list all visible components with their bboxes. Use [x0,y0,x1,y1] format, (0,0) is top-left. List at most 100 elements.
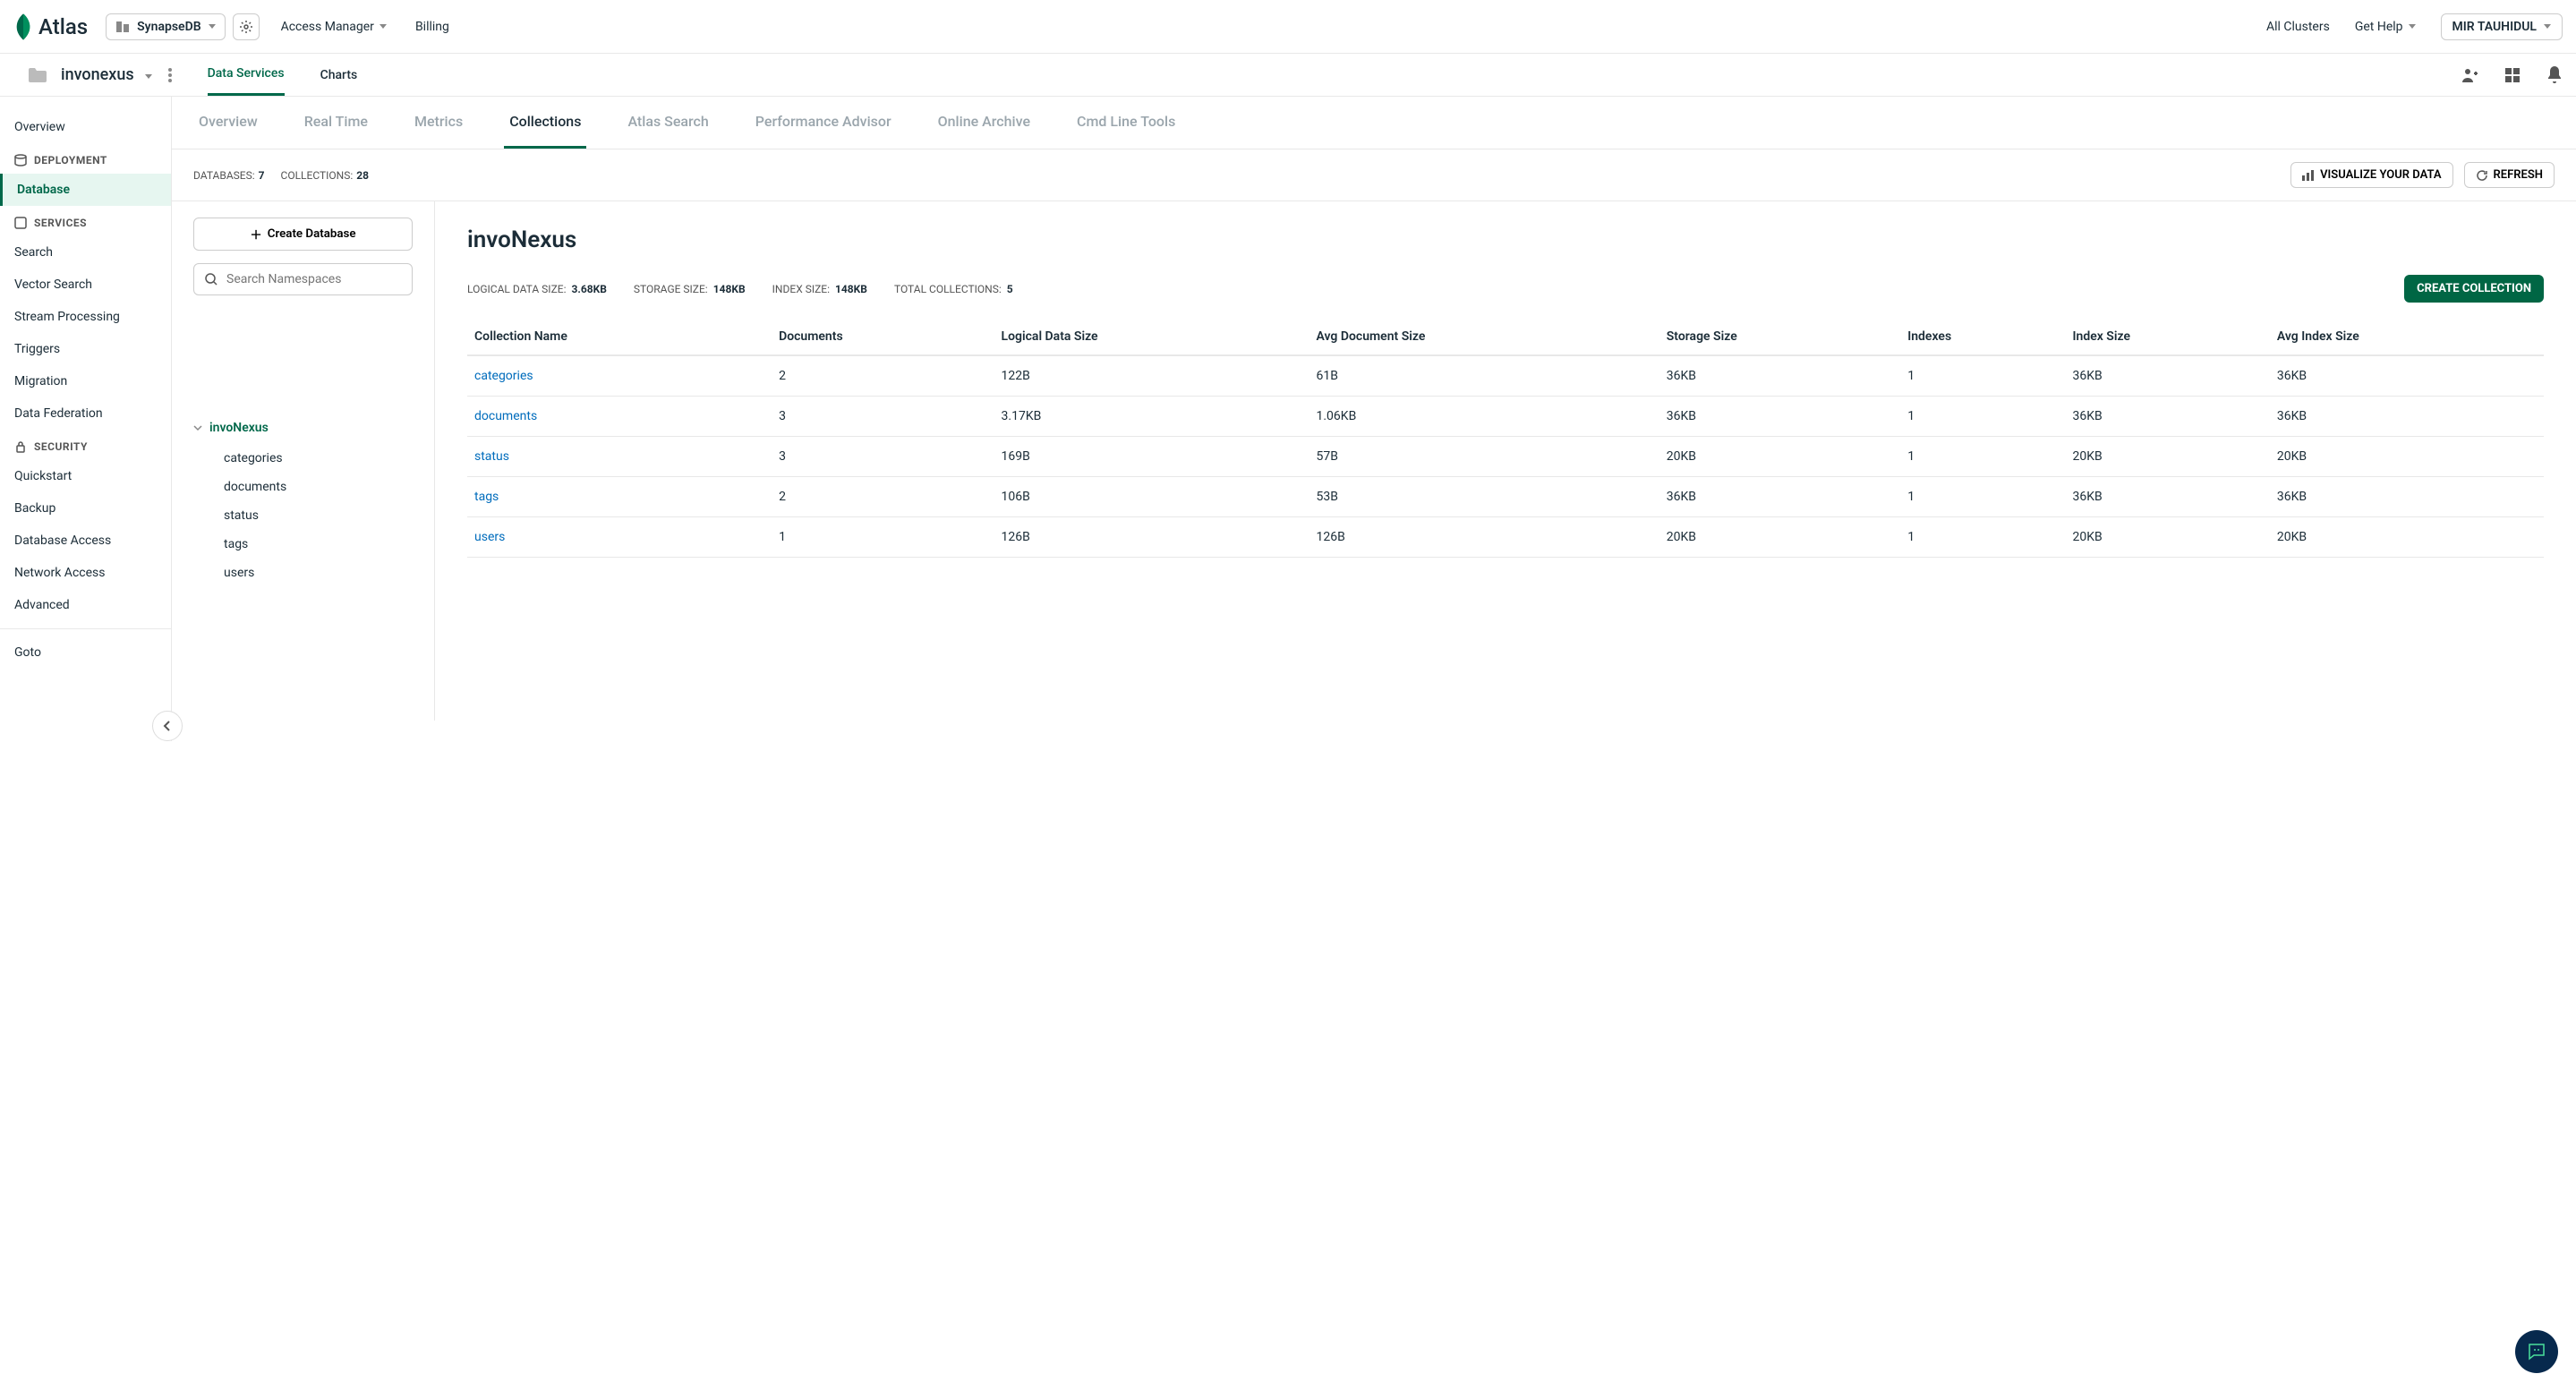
access-manager-link[interactable]: Access Manager [281,20,387,34]
billing-link[interactable]: Billing [415,20,449,34]
divider [0,628,171,629]
person-plus-icon [2461,66,2478,84]
chevron-down-icon [2544,24,2551,29]
search-input[interactable] [226,272,401,286]
create-collection-button[interactable]: CREATE COLLECTION [2404,275,2544,303]
collection-detail: invoNexus LOGICAL DATA SIZE:3.68KB STORA… [435,201,2576,721]
th-logical: Logical Data Size [994,319,1309,355]
sidebar-advanced[interactable]: Advanced [0,589,171,621]
tree-db-invonexus[interactable]: invoNexus [193,421,413,435]
ctab-cmd-line-tools[interactable]: Cmd Line Tools [1071,97,1181,149]
collection-link[interactable]: documents [474,409,537,423]
ctab-overview[interactable]: Overview [193,97,263,149]
sidebar-collapse-button[interactable] [152,711,183,741]
sidebar-database[interactable]: Database [0,174,171,206]
stats-row: DATABASES:7 COLLECTIONS:28 VISUALIZE YOU… [172,149,2576,201]
project-name: invonexus [61,65,134,84]
chat-icon [2527,1342,2546,1361]
sidebar-database-access[interactable]: Database Access [0,525,171,557]
sidebar-data-federation[interactable]: Data Federation [0,397,171,430]
chart-icon [2302,170,2315,181]
tree-collection-tags[interactable]: tags [193,530,413,559]
sidebar-triggers[interactable]: Triggers [0,333,171,365]
puzzle-icon [2503,66,2521,84]
sidebar-network-access[interactable]: Network Access [0,557,171,589]
th-indexes: Indexes [1900,319,2065,355]
tree-collection-users[interactable]: users [193,559,413,587]
search-namespaces[interactable] [193,263,413,295]
chevron-down-icon [2409,24,2416,29]
org-icon [115,20,130,34]
tree-collection-documents[interactable]: documents [193,473,413,501]
ctab-atlas-search[interactable]: Atlas Search [622,97,713,149]
cluster-tabs: Overview Real Time Metrics Collections A… [172,97,2576,149]
table-row: categories 2 122B 61B 36KB 1 36KB 36KB [467,355,2544,397]
th-name: Collection Name [467,319,772,355]
extensions-button[interactable] [2503,66,2521,84]
ctab-online-archive[interactable]: Online Archive [933,97,1036,149]
ctab-real-time[interactable]: Real Time [299,97,373,149]
get-help-link[interactable]: Get Help [2355,20,2416,34]
settings-button[interactable] [233,13,260,40]
chevron-down-icon [209,24,216,29]
collection-link[interactable]: categories [474,369,533,383]
project-selector[interactable] [145,68,152,82]
ctab-performance-advisor[interactable]: Performance Advisor [750,97,897,149]
visualize-button[interactable]: VISUALIZE YOUR DATA [2290,162,2452,188]
collection-link[interactable]: status [474,449,509,464]
tab-data-services[interactable]: Data Services [208,54,285,96]
sidebar-vector-search[interactable]: Vector Search [0,269,171,301]
th-storage: Storage Size [1659,319,1900,355]
lock-icon [14,440,27,453]
notifications-button[interactable] [2546,66,2563,84]
brand-name: Atlas [38,14,88,39]
collection-link[interactable]: users [474,530,505,544]
sidebar-deployment-head: DEPLOYMENT [0,143,171,174]
services-icon [14,217,27,229]
org-name: SynapseDB [137,20,200,34]
sidebar-quickstart[interactable]: Quickstart [0,460,171,492]
sidebar-backup[interactable]: Backup [0,492,171,525]
bell-icon [2546,66,2563,84]
org-selector[interactable]: SynapseDB [106,13,225,40]
sidebar-goto[interactable]: Goto [0,636,171,669]
chevron-left-icon [163,721,172,731]
sidebar-search[interactable]: Search [0,236,171,269]
ctab-collections[interactable]: Collections [504,97,586,149]
th-docs: Documents [772,319,994,355]
main-content: Overview Real Time Metrics Collections A… [172,97,2576,741]
refresh-button[interactable]: REFRESH [2464,162,2555,188]
logo[interactable]: Atlas [13,13,88,40]
sidebar-migration[interactable]: Migration [0,365,171,397]
table-row: status 3 169B 57B 20KB 1 20KB 20KB [467,437,2544,477]
search-icon [205,273,218,286]
plus-icon: ＋ [250,226,261,243]
table-row: users 1 126B 126B 20KB 1 20KB 20KB [467,517,2544,558]
sidebar-services-head: SERVICES [0,206,171,236]
chat-button[interactable] [2515,1330,2558,1373]
table-row: documents 3 3.17KB 1.06KB 36KB 1 36KB 36… [467,397,2544,437]
create-database-button[interactable]: ＋ Create Database [193,218,413,251]
gear-icon [239,20,253,34]
tree-collection-categories[interactable]: categories [193,444,413,473]
sidebar-stream-processing[interactable]: Stream Processing [0,301,171,333]
chevron-down-icon [145,74,152,79]
all-clusters-link[interactable]: All Clusters [2266,20,2330,34]
th-avgindex: Avg Index Size [2270,319,2544,355]
topbar: Atlas SynapseDB Access Manager Billing A… [0,0,2576,54]
db-meta: LOGICAL DATA SIZE:3.68KB STORAGE SIZE:14… [467,275,2544,303]
db-title: invoNexus [467,226,2544,253]
project-menu[interactable] [168,68,172,82]
sidebar-overview[interactable]: Overview [0,111,171,143]
user-menu[interactable]: MIR TAUHIDUL [2441,13,2563,40]
sidebar: Overview DEPLOYMENT Database SERVICES Se… [0,97,172,741]
database-icon [14,154,27,166]
database-panel: ＋ Create Database invoNexus categories d… [172,201,435,721]
th-avgdoc: Avg Document Size [1309,319,1659,355]
ctab-metrics[interactable]: Metrics [409,97,468,149]
invite-button[interactable] [2461,66,2478,84]
tree-collection-status[interactable]: status [193,501,413,530]
tab-charts[interactable]: Charts [320,55,358,95]
collection-link[interactable]: tags [474,490,499,504]
folder-icon [27,64,48,86]
